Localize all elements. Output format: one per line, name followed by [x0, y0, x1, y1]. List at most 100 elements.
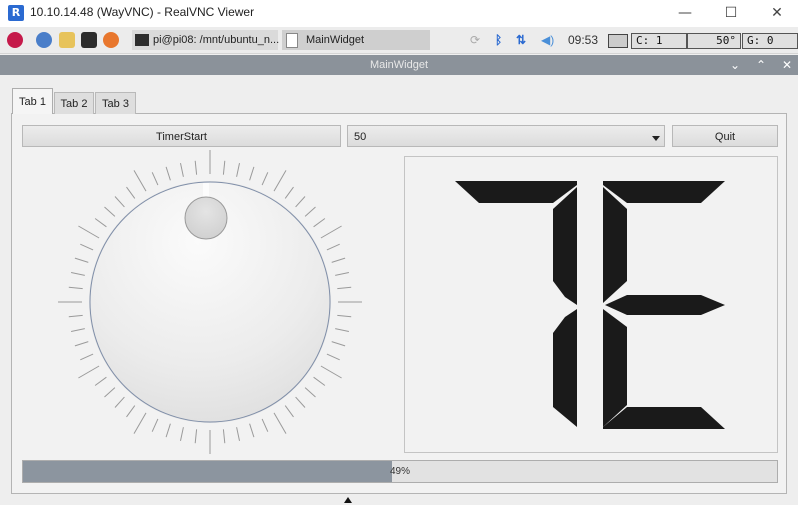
lcd-segment [605, 295, 725, 315]
temperature-monitor[interactable]: 50° [687, 33, 741, 49]
dial-notch [104, 387, 116, 398]
lcd-segment [603, 309, 627, 427]
gpu-monitor[interactable]: G: 0 [742, 33, 798, 49]
dial-notch [284, 405, 294, 418]
dial-notch [326, 353, 340, 361]
volume-icon[interactable]: ◀) [541, 31, 554, 49]
close-button[interactable]: ✕ [762, 2, 792, 24]
dial-notch [320, 225, 342, 239]
lcd-digit-1 [455, 181, 577, 427]
task-terminal[interactable]: pi@pi08: /mnt/ubuntu_n... [132, 30, 280, 50]
progress-bar: 49% [22, 460, 778, 483]
dial-notch [222, 429, 226, 444]
dial-notch [313, 218, 326, 228]
dial-notch [273, 412, 287, 434]
lcd-segment [603, 187, 627, 303]
quit-button[interactable]: Quit [672, 125, 778, 147]
taskbar-panel: pi@pi08: /mnt/ubuntu_n... MainWidget ⟳ ᛒ… [0, 27, 798, 54]
dial-notch [78, 225, 100, 239]
dial-notch [249, 166, 255, 181]
chevron-down-icon [652, 136, 660, 141]
dial-notch [331, 341, 346, 347]
mouse-cursor-icon [344, 497, 352, 503]
realvnc-logo-icon: R [8, 5, 24, 21]
dial-notch [70, 328, 85, 332]
dial-notch [78, 365, 100, 379]
transfer-icon[interactable]: ⇅ [516, 31, 526, 49]
bluetooth-icon[interactable]: ᛒ [495, 31, 502, 49]
keyboard-icon[interactable] [608, 34, 628, 48]
dial-notch [165, 166, 171, 181]
clock[interactable]: 09:53 [568, 31, 598, 49]
dial-notch [80, 243, 94, 251]
dial-notch [331, 257, 346, 263]
dial-notch [261, 172, 269, 186]
dial-notch [133, 170, 147, 192]
tab-3[interactable]: Tab 3 [95, 92, 136, 114]
dial-notch [222, 160, 226, 175]
lcd-segment [553, 187, 577, 305]
dial-notch [335, 328, 350, 332]
dial-notch [114, 396, 125, 408]
dial-notch [337, 286, 352, 290]
lcd-segment [455, 181, 577, 203]
combobox-value: 50 [354, 131, 367, 143]
dial-notch [68, 314, 83, 318]
dial-notch [304, 206, 316, 217]
tab-2[interactable]: Tab 2 [54, 92, 94, 114]
network-icon[interactable]: ⟳ [470, 31, 480, 49]
dial-notch [249, 423, 255, 438]
viewer-title: 10.10.14.48 (WayVNC) - RealVNC Viewer [30, 5, 255, 19]
task-mainwidget[interactable]: MainWidget [282, 30, 430, 50]
dial-notch [194, 160, 198, 175]
dial-notch [94, 376, 107, 386]
window-maximize-button[interactable]: ⌃ [751, 55, 771, 75]
lcd-segment [603, 407, 725, 429]
window-close-button[interactable]: ✕ [777, 55, 797, 75]
globe-icon[interactable] [36, 32, 52, 48]
dial-notch [104, 206, 116, 217]
lcd-segment [603, 181, 725, 203]
firefox-icon[interactable] [103, 32, 119, 48]
raspberry-menu-icon[interactable] [7, 32, 23, 48]
dial-notch [180, 162, 184, 177]
dial-notch [74, 257, 89, 263]
dial-notch [273, 170, 287, 192]
dial-notch [236, 427, 240, 442]
window-title: MainWidget [369, 59, 429, 71]
dial-notch [126, 186, 136, 199]
dial-notch [94, 218, 107, 228]
terminal-icon [135, 34, 149, 47]
dial-notch [284, 186, 294, 199]
dial-notch [313, 376, 326, 386]
window-titlebar[interactable]: MainWidget ⌄ ⌃ ✕ [0, 55, 798, 75]
dial-notch [165, 423, 171, 438]
dial-notch [335, 272, 350, 276]
dial-notch [304, 387, 316, 398]
timer-start-button[interactable]: TimerStart [22, 125, 341, 147]
dial-notch [74, 341, 89, 347]
folder-icon[interactable] [59, 32, 75, 48]
dial-widget[interactable] [55, 150, 365, 460]
dial-notch [151, 418, 159, 432]
lcd-digit-2 [603, 181, 725, 429]
viewer-titlebar: R 10.10.14.48 (WayVNC) - RealVNC Viewer … [0, 0, 798, 27]
lcd-number-display [404, 156, 778, 453]
window-menu-button[interactable]: ⌄ [725, 55, 745, 75]
task-label: MainWidget [306, 34, 365, 46]
cpu-monitor[interactable]: C: 1 [631, 33, 687, 49]
dial-handle[interactable] [184, 196, 228, 240]
dial-notch [133, 412, 147, 434]
dial-notch [326, 243, 340, 251]
dial-notch [295, 196, 306, 208]
minimize-button[interactable]: — [670, 2, 700, 24]
terminal-icon[interactable] [81, 32, 97, 48]
dial-notch [295, 396, 306, 408]
dial-value-marker [203, 183, 209, 197]
value-combobox[interactable]: 50 [347, 125, 665, 147]
dial-notch [114, 196, 125, 208]
tab-1[interactable]: Tab 1 [12, 88, 53, 114]
task-label: pi@pi08: /mnt/ubuntu_n... [153, 34, 280, 46]
dial-notch [236, 162, 240, 177]
maximize-button[interactable]: ☐ [716, 2, 746, 24]
